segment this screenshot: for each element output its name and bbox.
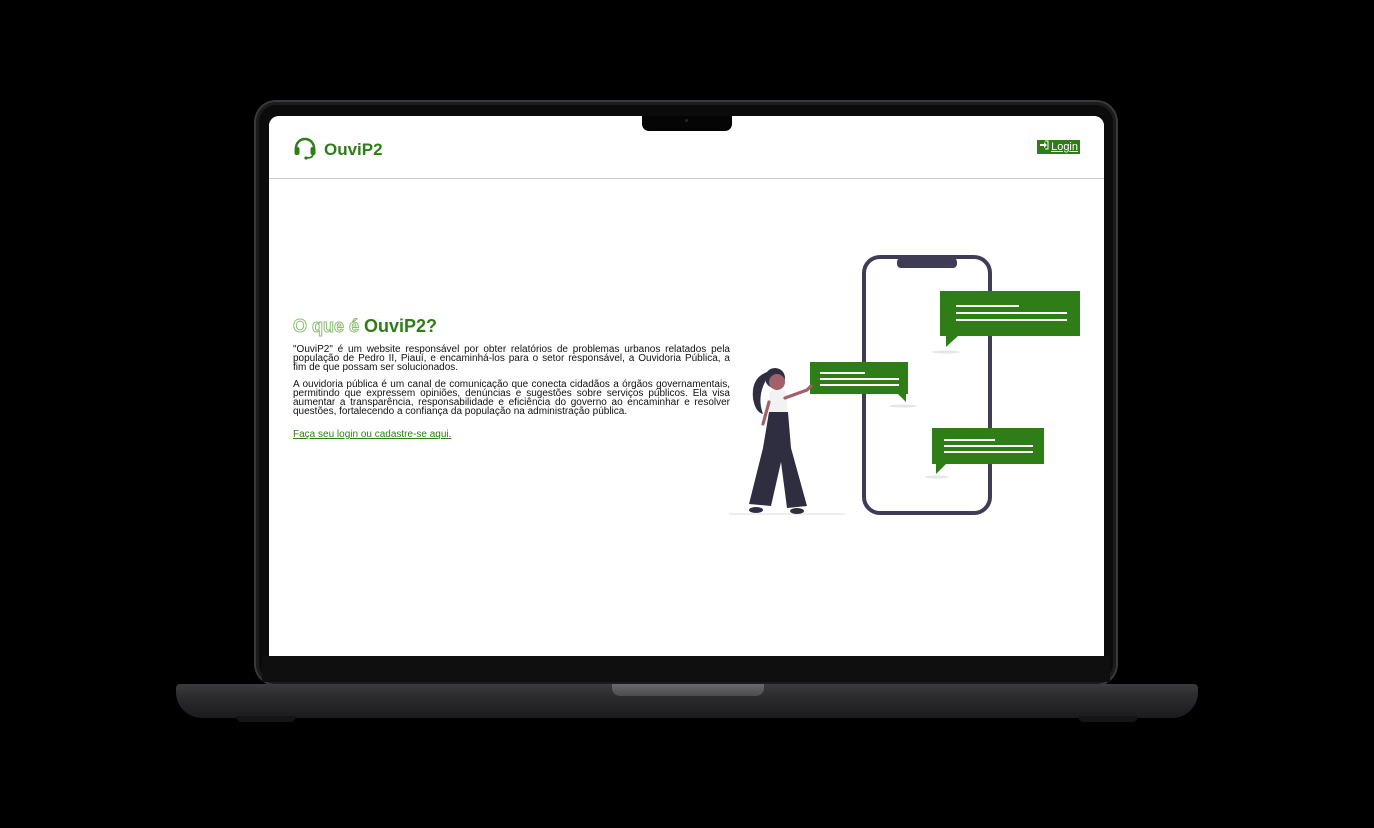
screen: OuviP2 Login O que é OuviP2? "OuviP2" é … (269, 116, 1104, 656)
camera-notch (642, 116, 732, 131)
camera-icon (685, 119, 688, 122)
ouvidoria-paragraph: A ouvidoria pública é um canal de comuni… (293, 379, 730, 417)
laptop-bezel-bottom (262, 656, 1110, 682)
brand-name: OuviP2 (324, 139, 383, 159)
login-signup-link[interactable]: Faça seu login ou cadastre-se aqui. (293, 429, 451, 440)
brand-logo[interactable]: OuviP2 (292, 134, 383, 165)
heading-part2: OuviP2? (364, 316, 438, 336)
login-button[interactable]: Login (1037, 140, 1080, 154)
heading-part1: O que é (292, 316, 360, 337)
headset-icon (292, 134, 318, 165)
laptop-trackpad-notch (612, 684, 764, 696)
hero-text: O que é OuviP2? "OuviP2" é um website re… (292, 316, 730, 442)
page-title: O que é OuviP2? (292, 316, 730, 337)
description-paragraph: "OuviP2" é um website responsável por ob… (293, 344, 730, 373)
laptop-foot-right (1078, 716, 1138, 722)
hero-illustration (727, 252, 1087, 522)
login-label: Login (1051, 140, 1078, 153)
sign-in-icon (1039, 140, 1049, 154)
laptop-foot-left (236, 716, 296, 722)
